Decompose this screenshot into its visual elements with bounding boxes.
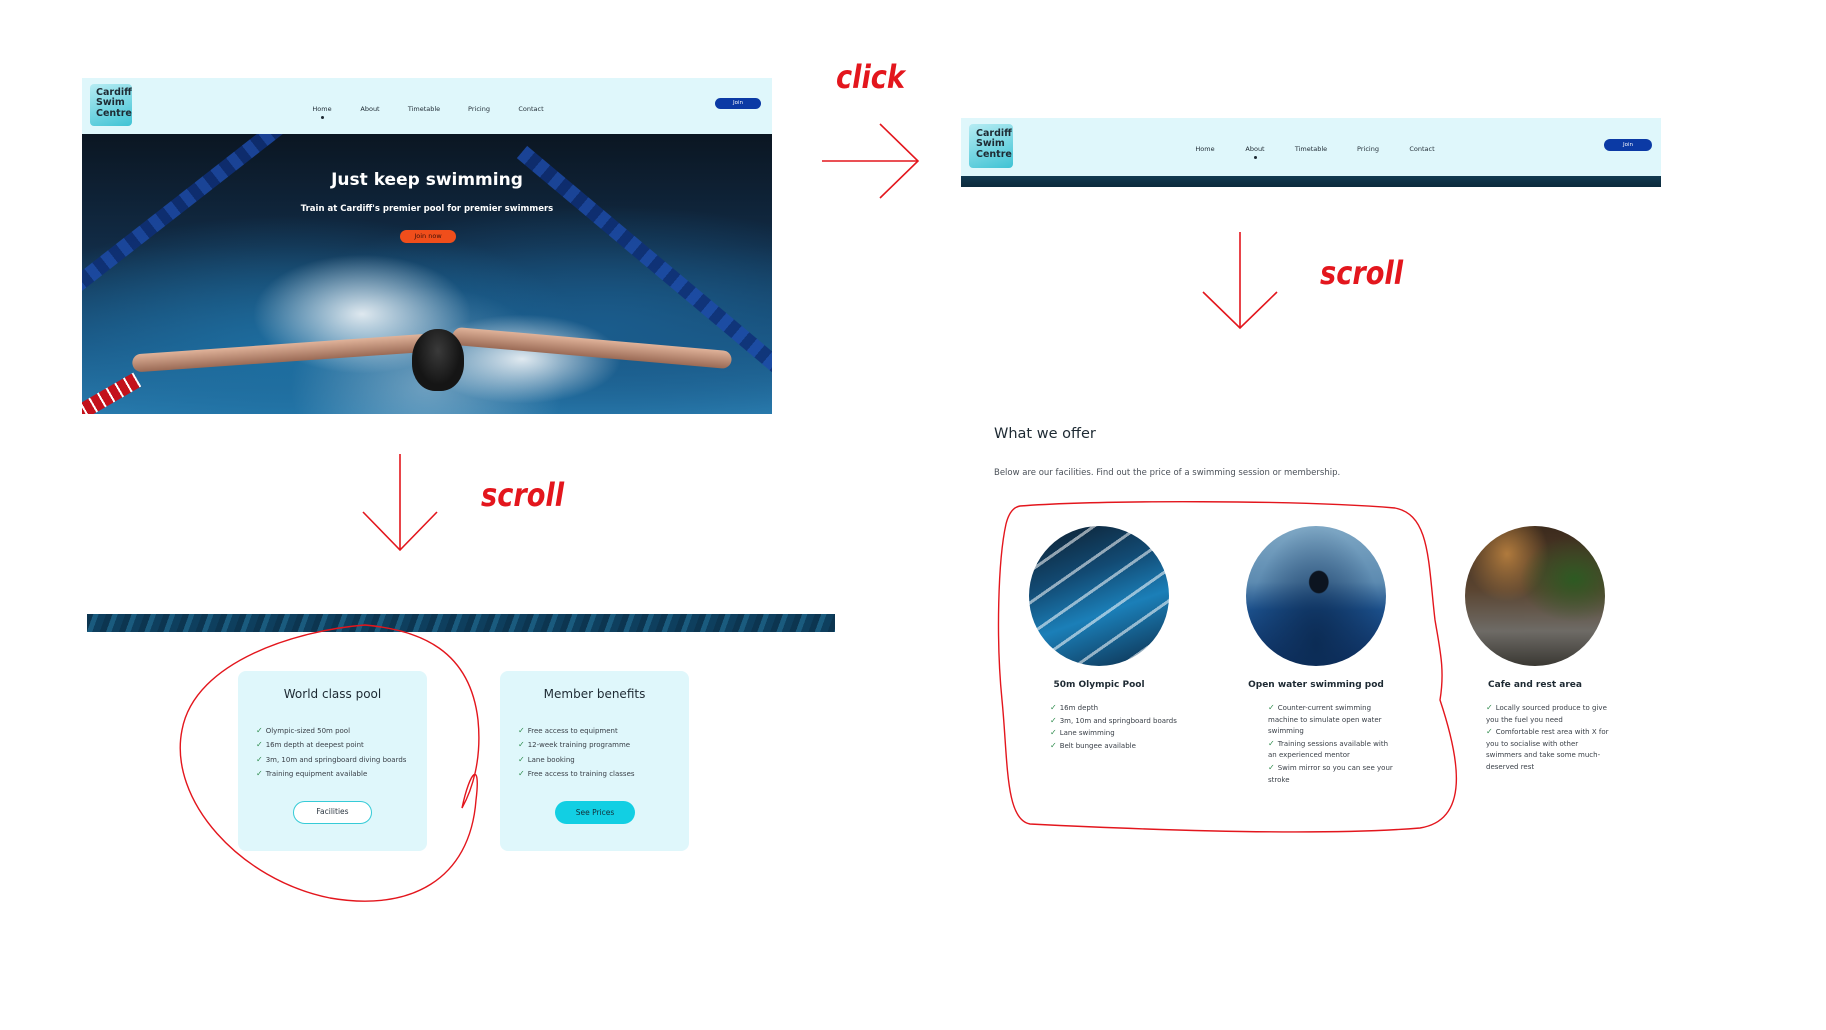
check-icon: ✓	[1486, 703, 1493, 712]
card-title: Member benefits	[543, 687, 646, 701]
check-icon: ✓	[1050, 728, 1057, 738]
join-button[interactable]: Join	[715, 98, 761, 109]
nav-home[interactable]: Home	[311, 105, 333, 119]
check-icon: ✓	[1268, 703, 1275, 712]
check-icon: ✓	[1268, 762, 1275, 772]
lane-rope-red	[82, 372, 142, 414]
main-menu: Home About Timetable Pricing Contact	[311, 105, 545, 119]
list-item: ✓ Free access to training classes	[518, 768, 635, 778]
nav-about[interactable]: About	[359, 105, 381, 113]
nav-contact[interactable]: Contact	[1408, 145, 1436, 153]
list-item: ✓ 3m, 10m and springboard boards	[1050, 715, 1177, 725]
cafe-interior-photo	[1465, 526, 1605, 666]
list-item: ✓ Lane booking	[518, 754, 575, 764]
hero-subtitle: Train at Cardiff's premier pool for prem…	[300, 204, 554, 214]
check-icon: ✓	[518, 740, 525, 750]
facilities-button[interactable]: Facilities	[293, 801, 372, 824]
main-menu: Home About Timetable Pricing Contact	[1194, 145, 1436, 159]
check-icon: ✓	[1050, 740, 1057, 750]
check-icon: ✓	[518, 768, 525, 778]
list-item: ✓ 12-week training programme	[518, 740, 631, 750]
see-prices-button[interactable]: See Prices	[555, 801, 635, 824]
nav-about[interactable]: About	[1244, 145, 1266, 159]
list-item: ✓ 3m, 10m and springboard diving boards	[256, 754, 407, 764]
section-title: What we offer	[994, 426, 1096, 442]
list-item: ✓ Training equipment available	[256, 768, 368, 778]
check-icon: ✓	[1486, 727, 1493, 737]
navbar-home: Cardiff Swim Centre Home About Timetable…	[82, 78, 772, 134]
check-icon: ✓	[1050, 703, 1057, 712]
list-item: ✓ 16m depth	[1050, 703, 1099, 712]
card-world-class-pool: World class pool ✓ Olympic-sized 50m pool…	[238, 671, 427, 851]
list-item: ✓ Locally sourced produce to give you the…	[1486, 703, 1607, 724]
storyboard-canvas: Cardiff Swim Centre Home About Timetable…	[0, 0, 1826, 1030]
nav-timetable[interactable]: Timetable	[407, 105, 441, 113]
click-arrow-icon	[822, 123, 920, 199]
logo-line-3: Centre	[96, 107, 132, 119]
facility-title: Cafe and rest area	[1488, 680, 1582, 690]
list-item: ✓ Olympic-sized 50m pool	[256, 726, 351, 735]
facility-title: 50m Olympic Pool	[1053, 680, 1145, 690]
facility-title: Open water swimming pod	[1248, 680, 1384, 690]
card-feature-list: ✓ Free access to equipment ✓ 12-week train…	[518, 726, 635, 783]
annotation-scroll-right: scroll	[1320, 254, 1404, 292]
check-icon: ✓	[518, 726, 525, 735]
facility-list: ✓ Counter-current swimming machine to sim…	[1268, 702, 1396, 786]
hero-bottom-strip	[87, 614, 835, 632]
nav-timetable[interactable]: Timetable	[1294, 145, 1328, 153]
check-icon: ✓	[518, 754, 525, 764]
check-icon: ✓	[256, 754, 263, 764]
list-item: ✓ Lane swimming	[1050, 728, 1115, 738]
list-item: ✓ Counter-current swimming machine to sim…	[1268, 703, 1382, 736]
card-title: World class pool	[283, 687, 382, 701]
open-water-swimmer-photo	[1246, 526, 1386, 666]
annotation-scroll-left: scroll	[481, 476, 565, 514]
check-icon: ✓	[256, 740, 263, 750]
join-now-button[interactable]: Join now	[400, 230, 456, 243]
nav-pricing[interactable]: Pricing	[1356, 145, 1380, 153]
hero-banner: Just keep swimming Train at Cardiff's pr…	[82, 134, 772, 414]
scroll-arrow-right-icon	[1202, 232, 1278, 330]
nav-contact[interactable]: Contact	[517, 105, 545, 113]
header-bottom-strip	[961, 176, 1661, 187]
annotation-click: click	[836, 58, 905, 96]
list-item: ✓ Swim mirror so you can see your stroke	[1268, 762, 1393, 784]
list-item: ✓ 16m depth at deepest point	[256, 740, 364, 750]
nav-pricing[interactable]: Pricing	[467, 105, 491, 113]
logo-line-3: Centre	[976, 148, 1012, 160]
hero-title: Just keep swimming	[331, 170, 523, 190]
facility-list: ✓ 16m depth ✓ 3m, 10m and springboard boar…	[1050, 702, 1178, 752]
nav-home[interactable]: Home	[1194, 145, 1216, 153]
section-subtitle: Below are our facilities. Find out the p…	[994, 468, 1341, 478]
list-item: ✓ Comfortable rest area with X for you to…	[1486, 727, 1609, 771]
card-feature-list: ✓ Olympic-sized 50m pool ✓ 16m depth at de…	[256, 726, 406, 783]
facility-list: ✓ Locally sourced produce to give you the…	[1486, 702, 1614, 774]
site-logo[interactable]: Cardiff Swim Centre	[969, 124, 1013, 168]
list-item: ✓ Belt bungee available	[1050, 740, 1136, 750]
list-item: ✓ Training sessions available with an exp…	[1268, 738, 1389, 760]
swimmer-head	[412, 329, 464, 391]
check-icon: ✓	[256, 768, 263, 778]
check-icon: ✓	[1268, 738, 1275, 748]
card-member-benefits: Member benefits ✓ Free access to equipmen…	[500, 671, 689, 851]
pool-lanes-photo	[1029, 526, 1169, 666]
check-icon: ✓	[1050, 715, 1057, 725]
scroll-arrow-left-icon	[362, 454, 438, 552]
join-button[interactable]: Join	[1604, 139, 1652, 151]
list-item: ✓ Free access to equipment	[518, 726, 618, 735]
check-icon: ✓	[256, 726, 263, 735]
site-logo[interactable]: Cardiff Swim Centre	[90, 84, 132, 126]
navbar-about: Cardiff Swim Centre Home About Timetable…	[961, 118, 1661, 176]
